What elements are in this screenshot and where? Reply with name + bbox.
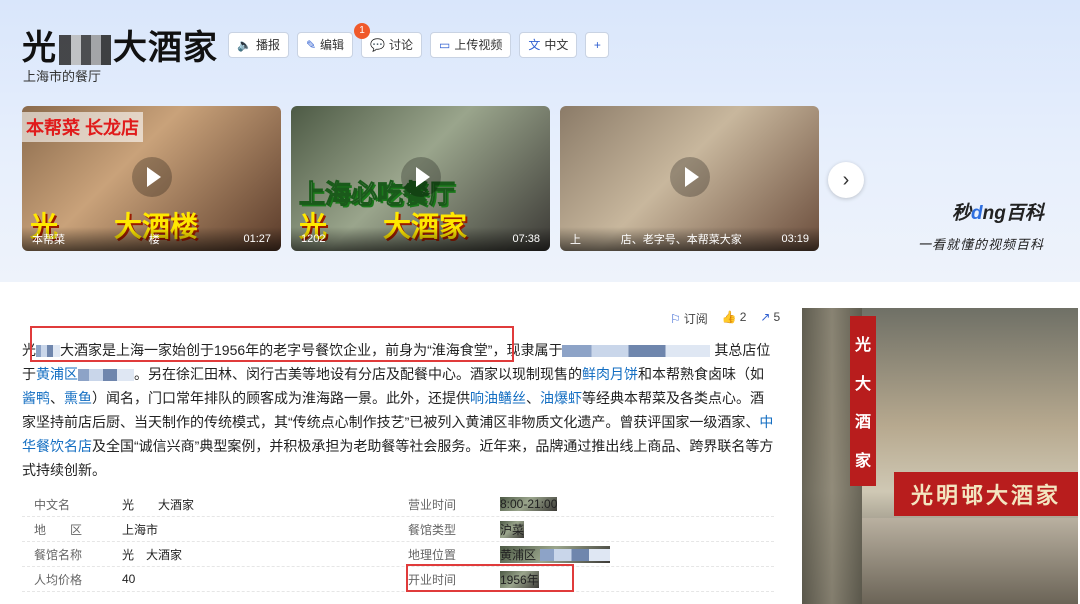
video-card[interactable]: 本帮菜 长龙店 光 大酒楼 本帮菜楼01:27 [22, 106, 281, 251]
page-title: 光 大酒家 [22, 20, 218, 69]
info-row: 人均价格 40 开业时间 1956年 [22, 567, 774, 592]
link-duck[interactable]: 酱鸭 [22, 390, 50, 406]
lemma-actions: ⚐ 订阅 👍 2 ↗ 5 [670, 310, 780, 327]
video-caption: 上店、老字号、本帮菜大家 03:19 [560, 227, 819, 251]
horizontal-sign: 光明邨大酒家 [894, 472, 1078, 516]
chat-icon: 💬 [370, 37, 385, 52]
video-caption: 本帮菜楼 01:27 [22, 227, 281, 251]
translate-icon: 文 [528, 38, 541, 52]
broadcast-button[interactable]: 🔈 播报 [228, 31, 289, 58]
video-caption: 1202 07:38 [291, 227, 550, 251]
play-icon[interactable] [400, 156, 441, 197]
location-link[interactable]: 黄浦区 [500, 545, 611, 563]
highlight-box [406, 564, 574, 592]
pencil-icon: ✎ [305, 37, 317, 52]
video-duration: 03:19 [781, 233, 809, 245]
info-row: 餐馆名称光 大酒家 地理位置 黄浦区 [22, 542, 774, 567]
subscribe-button[interactable]: ⚐ 订阅 [670, 310, 708, 327]
video-card[interactable]: 上海必吃餐厅 光 大酒家 120207:38 [291, 106, 550, 251]
title-suffix: 大酒家 [113, 28, 218, 68]
mosaic-censor [59, 34, 111, 65]
link-shrimp[interactable]: 油爆虾 [540, 390, 582, 406]
share-button[interactable]: ↗ 5 [760, 310, 780, 327]
plus-icon: + [593, 37, 601, 52]
link-fish[interactable]: 熏鱼 [64, 390, 92, 406]
video-duration: 01:27 [243, 233, 271, 245]
mosaic-censor [78, 369, 134, 382]
subscribe-icon: ⚐ [670, 312, 681, 326]
highlight-box [30, 326, 514, 362]
share-icon: ↗ [760, 310, 771, 324]
upload-video-button[interactable]: ▭ 上传视频 [430, 31, 512, 58]
title-toolbar: 🔈 播报 ✎ 编辑 1 💬 讨论 ▭ 上传视频 文中文 + [228, 22, 610, 58]
lemma-header: 光 大酒家 🔈 播报 ✎ 编辑 1 💬 讨论 ▭ 上传视频 文中文 + 上海市的餐厅 本帮菜… [0, 0, 1080, 282]
info-row: 地 区上海市 餐馆类型 沪菜 [22, 517, 774, 542]
mosaic-censor [540, 549, 611, 562]
language-button[interactable]: 文中文 [519, 31, 578, 58]
shop-awning [862, 518, 1078, 604]
video-overlay-text: 本帮菜 长龙店 [22, 112, 144, 142]
page-subtitle: 上海市的餐厅 [23, 69, 102, 84]
link-eel[interactable]: 响油鳝丝 [470, 390, 526, 406]
add-button[interactable]: + [585, 31, 610, 58]
info-row: 中文名光 大酒家 营业时间 8:00-21:00 [22, 492, 774, 517]
basic-info-table: 中文名光 大酒家 营业时间 8:00-21:00 地 区上海市 餐馆类型 沪菜 餐馆… [22, 492, 774, 592]
edit-button[interactable]: ✎ 编辑 [296, 31, 354, 58]
speaker-icon: 🔈 [237, 37, 252, 52]
discuss-button[interactable]: 1 💬 讨论 [354, 22, 423, 58]
play-icon[interactable] [131, 156, 172, 197]
brand-slogan: 一看就懂的视频百科 [918, 237, 1045, 252]
mosaic-censor [562, 345, 711, 358]
video-icon: ▭ [439, 37, 451, 52]
like-button[interactable]: 👍 2 [722, 310, 747, 327]
title-prefix: 光 [22, 28, 57, 68]
brand-logo: 秒dng百科 [952, 203, 1044, 224]
video-duration: 07:38 [512, 233, 540, 245]
link-mooncake[interactable]: 鲜肉月饼 [582, 366, 638, 382]
vertical-sign: 光 大 酒 家 [850, 316, 876, 486]
play-icon[interactable] [669, 156, 710, 197]
lemma-photo[interactable]: 光 大 酒 家 光明邨大酒家 [802, 308, 1078, 604]
title-row: 光 大酒家 🔈 播报 ✎ 编辑 1 💬 讨论 ▭ 上传视频 文中文 + [22, 20, 610, 69]
video-card[interactable]: 上店、老字号、本帮菜大家 03:19 [560, 106, 819, 251]
link-huangpu[interactable]: 黄浦区 [36, 366, 78, 382]
video-carousel: 本帮菜 长龙店 光 大酒楼 本帮菜楼01:27 上海必吃餐厅 光 大酒家 120… [22, 106, 819, 251]
chevron-right-icon[interactable]: › [828, 162, 864, 198]
notification-badge: 1 [354, 22, 371, 39]
like-icon: 👍 [721, 310, 737, 324]
